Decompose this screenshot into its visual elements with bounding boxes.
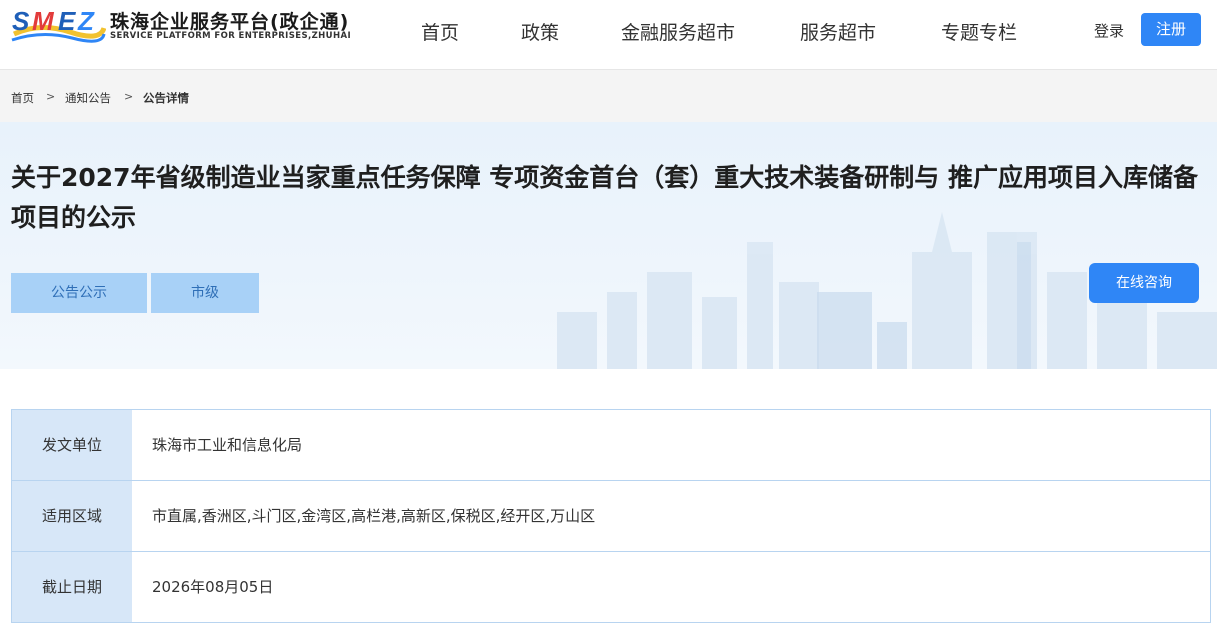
nav-policy[interactable]: 政策 [521, 18, 559, 45]
svg-text:Z: Z [77, 6, 95, 36]
category-tag: 公告公示 [11, 273, 147, 313]
svg-text:E: E [58, 6, 76, 36]
info-label: 截止日期 [12, 552, 132, 622]
breadcrumb-separator: > [124, 90, 134, 103]
info-value: 市直属,香洲区,斗门区,金湾区,高栏港,高新区,保税区,经开区,万山区 [152, 507, 596, 525]
info-row-region: 适用区域 市直属,香洲区,斗门区,金湾区,高栏港,高新区,保税区,经开区,万山区 [12, 481, 1210, 552]
svg-text:M: M [32, 6, 55, 36]
breadcrumb-separator: > [46, 90, 56, 103]
breadcrumb: 首页 > 通知公告 > 公告详情 [0, 70, 1217, 122]
breadcrumb-notices[interactable]: 通知公告 [65, 90, 111, 106]
detail-banner: 关于2027年省级制造业当家重点任务保障 专项资金首台（套）重大技术装备研制与 … [0, 122, 1217, 369]
page-title: 关于2027年省级制造业当家重点任务保障 专项资金首台（套）重大技术装备研制与 … [11, 163, 1198, 232]
info-value: 2026年08月05日 [152, 578, 274, 596]
logo-title-cn: 珠海企业服务平台(政企通) [110, 11, 350, 33]
login-link[interactable]: 登录 [1094, 20, 1124, 41]
level-tag: 市级 [151, 273, 259, 313]
site-logo[interactable]: S M E Z 珠海企业服务平台(政企通) SERVICE PLATFORM F… [10, 4, 370, 46]
info-row-deadline: 截止日期 2026年08月05日 [12, 552, 1210, 622]
notice-info-table: 发文单位 珠海市工业和信息化局 适用区域 市直属,香洲区,斗门区,金湾区,高栏港… [11, 409, 1211, 623]
svg-text:S: S [12, 6, 30, 36]
online-consult-button[interactable]: 在线咨询 [1089, 263, 1199, 303]
info-label: 发文单位 [12, 410, 132, 480]
breadcrumb-home[interactable]: 首页 [11, 90, 34, 106]
site-header: S M E Z 珠海企业服务平台(政企通) SERVICE PLATFORM F… [0, 0, 1217, 70]
nav-special-column[interactable]: 专题专栏 [941, 18, 1017, 45]
register-button[interactable]: 注册 [1141, 13, 1201, 46]
info-label: 适用区域 [12, 481, 132, 551]
logo-title-en: SERVICE PLATFORM FOR ENTERPRISES,ZHUHAI [110, 31, 352, 41]
nav-finance-market[interactable]: 金融服务超市 [621, 18, 735, 45]
nav-home[interactable]: 首页 [421, 18, 459, 45]
smez-logo-icon: S M E Z [11, 6, 106, 43]
info-row-issuer: 发文单位 珠海市工业和信息化局 [12, 410, 1210, 481]
breadcrumb-current: 公告详情 [143, 91, 189, 105]
info-value: 珠海市工业和信息化局 [152, 436, 303, 454]
nav-service-market[interactable]: 服务超市 [800, 18, 876, 45]
